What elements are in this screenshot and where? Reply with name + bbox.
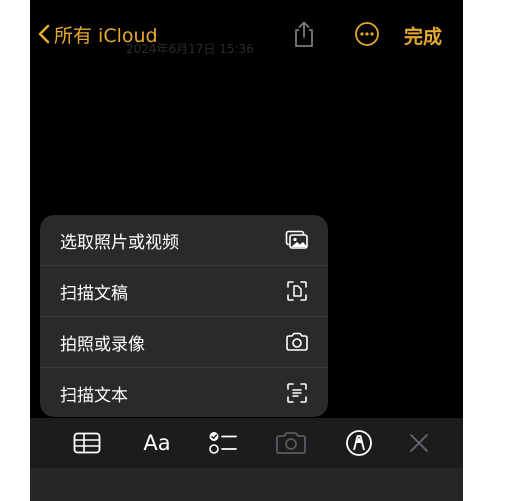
bottom-toolbar: Aa — [30, 418, 463, 468]
more-icon — [355, 22, 379, 46]
format-label: Aa — [143, 431, 171, 455]
photo-library-icon — [284, 229, 310, 251]
attachment-menu: 选取照片或视频 扫描文稿 拍照或录像 扫描文本 — [40, 215, 328, 417]
share-icon — [295, 21, 313, 47]
done-button[interactable]: 完成 — [404, 22, 442, 49]
share-button[interactable] — [292, 20, 316, 52]
table-icon — [73, 432, 101, 454]
scan-text-icon — [284, 382, 310, 404]
menu-item-label: 扫描文稿 — [60, 283, 128, 304]
camera-button[interactable] — [274, 428, 308, 458]
chevron-left-icon — [38, 24, 50, 44]
keyboard-accessory-area — [30, 468, 463, 501]
close-button[interactable] — [406, 428, 432, 458]
scan-document-icon — [284, 280, 310, 302]
close-icon — [410, 434, 428, 452]
note-date: 2024年6月17日 15:36 — [126, 42, 254, 56]
format-button[interactable]: Aa — [138, 428, 176, 458]
menu-item-label: 扫描文本 — [60, 385, 128, 406]
markup-pen-icon — [346, 430, 372, 456]
menu-item-scan-document[interactable]: 扫描文稿 — [40, 266, 328, 317]
more-button[interactable] — [354, 21, 380, 51]
menu-item-take-photo-video[interactable]: 拍照或录像 — [40, 317, 328, 368]
notes-screen: 所有 iCloud 2024年6月17日 15:36 完成 选取照片或视频 扫描… — [30, 0, 463, 501]
menu-item-label: 拍照或录像 — [60, 334, 145, 355]
menu-item-label: 选取照片或视频 — [60, 232, 179, 253]
camera-icon — [276, 432, 306, 454]
checklist-icon — [209, 432, 237, 454]
table-button[interactable] — [71, 428, 103, 458]
checklist-button[interactable] — [207, 428, 239, 458]
menu-item-choose-photo-video[interactable]: 选取照片或视频 — [40, 215, 328, 266]
markup-button[interactable] — [344, 428, 374, 458]
menu-item-scan-text[interactable]: 扫描文本 — [40, 368, 328, 417]
camera-icon — [284, 331, 310, 353]
